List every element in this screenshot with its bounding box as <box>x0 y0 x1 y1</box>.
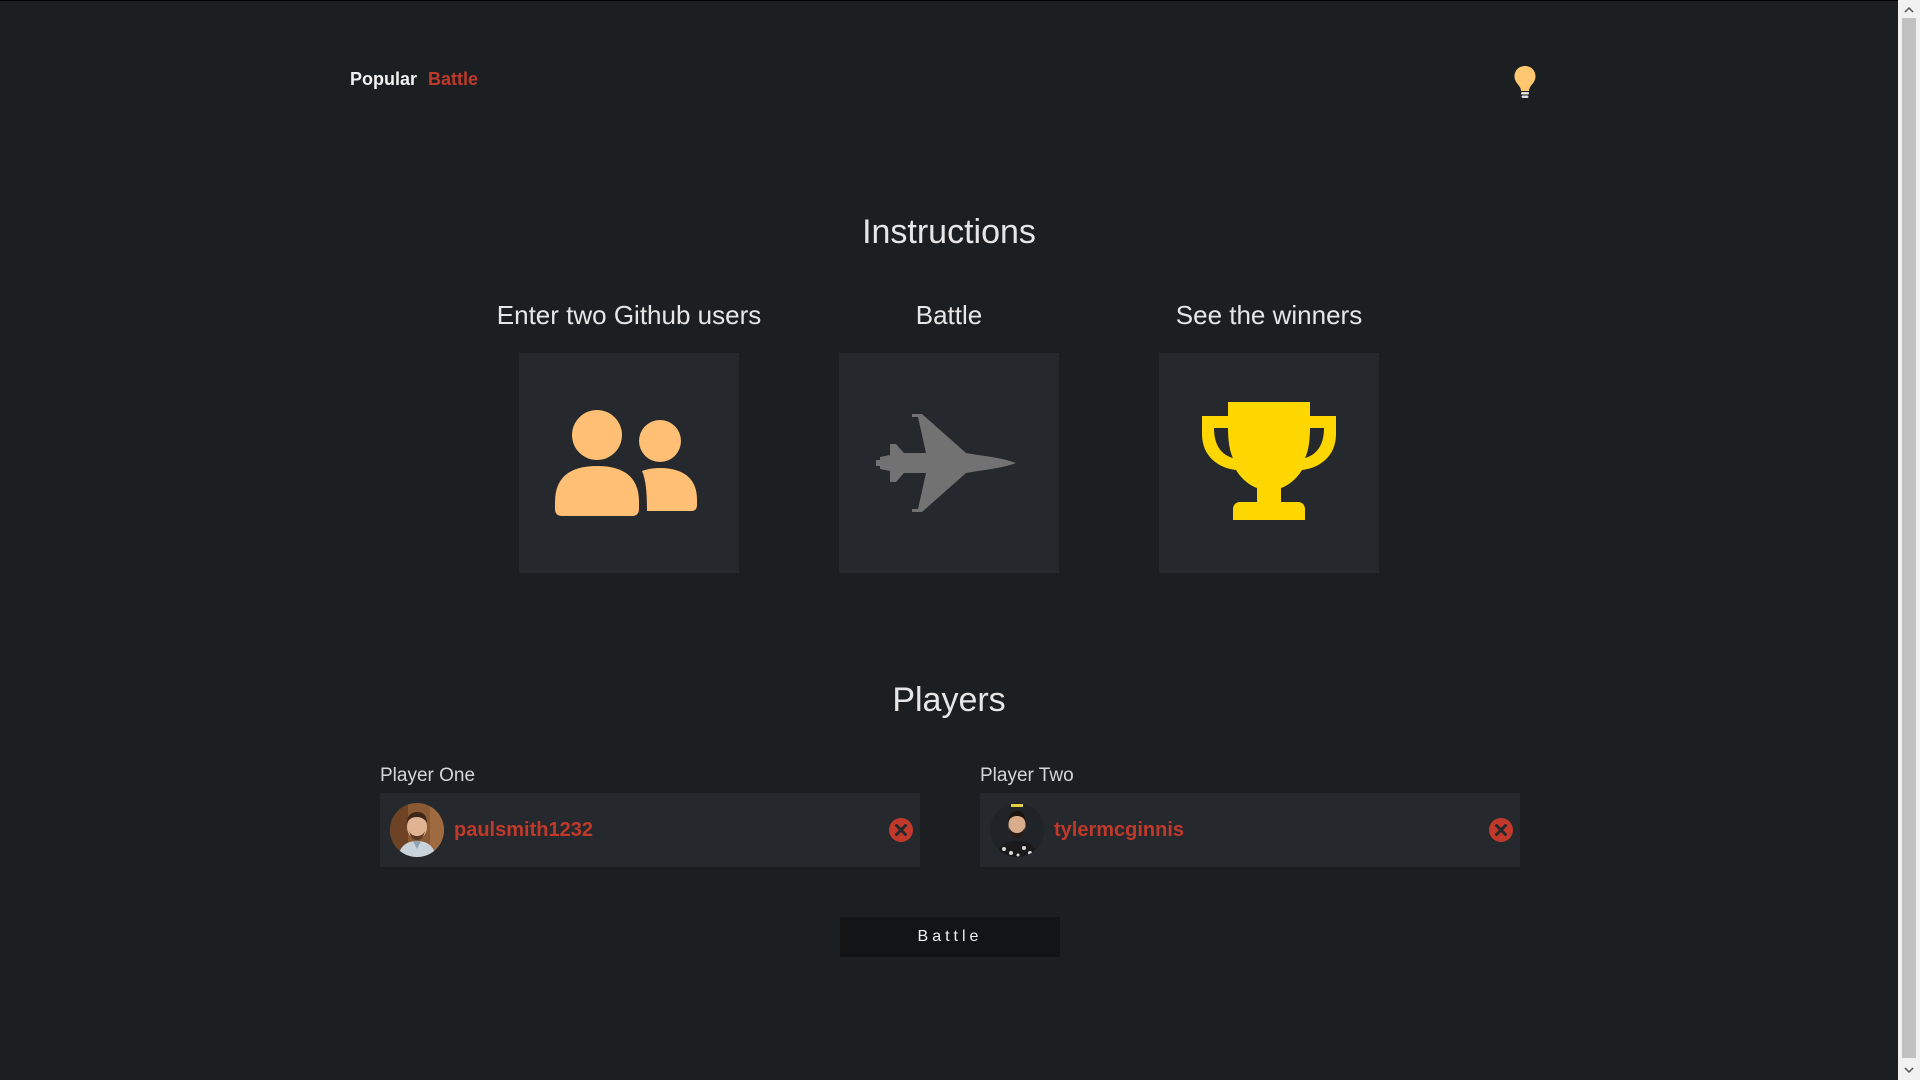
player-one-username[interactable]: paulsmith1232 <box>454 819 593 842</box>
scroll-up-icon[interactable] <box>1903 4 1915 16</box>
scroll-down-icon[interactable] <box>1903 1064 1915 1076</box>
step-battle: Battle <box>839 297 1059 573</box>
player-one-section: Player One paulsmith1232 <box>380 763 920 867</box>
step-box <box>1159 353 1379 573</box>
close-icon <box>1489 818 1513 842</box>
users-icon <box>555 410 697 516</box>
step-box <box>519 353 739 573</box>
vertical-scrollbar[interactable] <box>1898 0 1920 1080</box>
avatar <box>990 803 1044 857</box>
player-two-section: Player Two tylermcginnis <box>980 763 1520 867</box>
lightbulb-icon[interactable] <box>1513 65 1537 99</box>
trophy-icon <box>1202 402 1336 520</box>
players-title: Players <box>892 681 1006 719</box>
avatar <box>390 803 444 857</box>
close-icon <box>889 818 913 842</box>
app-page: Popular Battle Instructions Enter two Gi… <box>0 0 1898 1080</box>
player-one-label: Player One <box>380 765 476 786</box>
step-box <box>839 353 1059 573</box>
step-title: Battle <box>915 300 983 330</box>
player-two-card: tylermcginnis <box>980 793 1520 867</box>
scrollbar-thumb[interactable] <box>1902 18 1916 1058</box>
nav-link-popular[interactable]: Popular <box>350 69 417 90</box>
step-enter-users: Enter two Github users <box>497 297 761 573</box>
nav-link-battle[interactable]: Battle <box>428 69 478 90</box>
step-see-winners: See the winners <box>1159 297 1379 573</box>
player-two-username[interactable]: tylermcginnis <box>1054 819 1184 842</box>
fighter-jet-icon <box>876 414 1016 512</box>
remove-player-two-button[interactable] <box>1488 817 1514 843</box>
step-title: See the winners <box>1175 300 1363 330</box>
remove-player-one-button[interactable] <box>888 817 914 843</box>
player-two-label: Player Two <box>980 765 1074 786</box>
instructions-title: Instructions <box>862 213 1036 251</box>
player-one-card: paulsmith1232 <box>380 793 920 867</box>
step-title: Enter two Github users <box>496 300 762 330</box>
instructions-steps: Enter two Github users Battle See the wi… <box>0 297 1898 573</box>
battle-button[interactable]: Battle <box>840 917 1060 957</box>
top-nav: Popular Battle <box>350 69 478 90</box>
